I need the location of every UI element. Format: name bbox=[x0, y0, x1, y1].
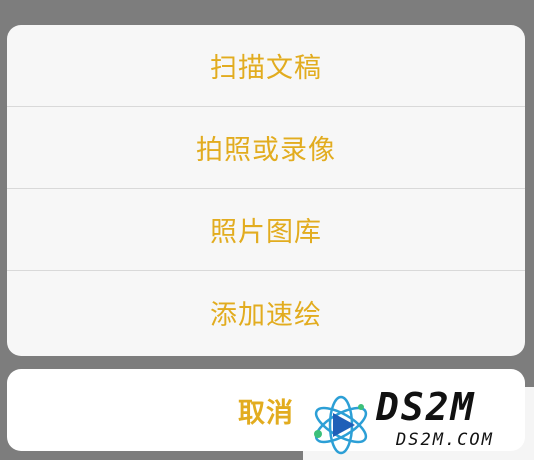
watermark: DS2M DS2M.COM bbox=[303, 385, 534, 460]
watermark-title: DS2M bbox=[376, 385, 476, 429]
photo-library-button[interactable]: 照片图库 bbox=[7, 189, 525, 271]
take-photo-or-video-button[interactable]: 拍照或录像 bbox=[7, 107, 525, 189]
action-sheet-group: 扫描文稿 拍照或录像 照片图库 添加速绘 bbox=[7, 25, 525, 356]
add-sketch-button[interactable]: 添加速绘 bbox=[7, 271, 525, 353]
watermark-domain: DS2M.COM bbox=[396, 430, 494, 450]
scan-documents-button[interactable]: 扫描文稿 bbox=[7, 25, 525, 107]
atom-logo-icon bbox=[314, 395, 368, 455]
